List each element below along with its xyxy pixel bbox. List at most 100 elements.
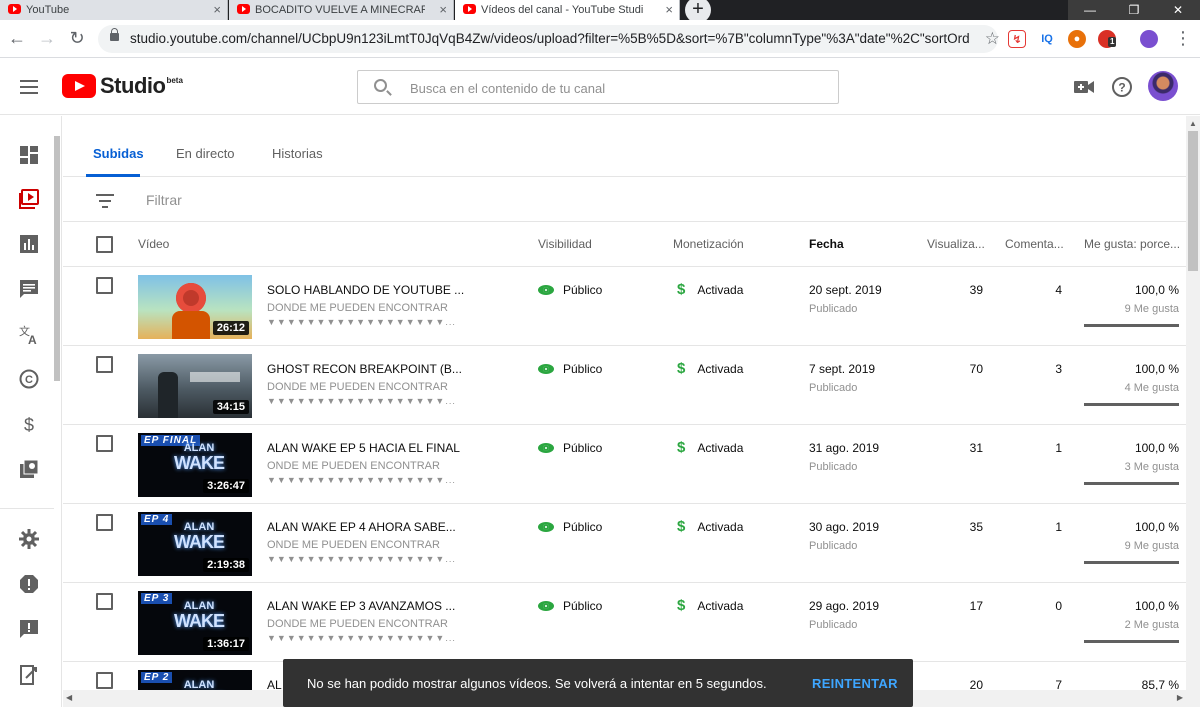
video-thumbnail[interactable]: 34:15 bbox=[138, 354, 252, 418]
video-thumbnail[interactable]: 26:12 bbox=[138, 275, 252, 339]
video-description: ONDE ME PUEDEN ENCONTRAR bbox=[267, 539, 440, 551]
help-icon[interactable]: ? bbox=[1111, 76, 1133, 98]
close-tab-icon[interactable]: × bbox=[213, 2, 221, 17]
alert-icon[interactable] bbox=[18, 573, 40, 595]
copyright-icon[interactable]: C bbox=[18, 368, 40, 390]
profile-avatar[interactable] bbox=[1140, 30, 1158, 48]
visibility-cell[interactable]: Público bbox=[538, 520, 602, 534]
youtube-favicon-icon bbox=[8, 4, 21, 14]
comments-icon[interactable] bbox=[18, 278, 40, 300]
reload-icon[interactable]: ↻ bbox=[66, 28, 88, 49]
maximize-button[interactable]: ❐ bbox=[1112, 0, 1156, 20]
video-likes-count: 9 Me gusta bbox=[1124, 303, 1179, 315]
filter-icon[interactable] bbox=[96, 194, 114, 212]
close-window-button[interactable]: ✕ bbox=[1156, 0, 1200, 20]
monetization-cell[interactable]: $ Activada bbox=[677, 439, 743, 456]
analytics-icon[interactable] bbox=[18, 233, 40, 255]
search-input[interactable] bbox=[410, 78, 810, 98]
video-title[interactable]: ALAN WAKE EP 4 AHORA SABE... bbox=[267, 520, 456, 534]
video-likes-count: 3 Me gusta bbox=[1124, 461, 1179, 473]
filter-bar: Filtrar bbox=[63, 178, 1186, 222]
video-description: DONDE ME PUEDEN ENCONTRAR bbox=[267, 302, 448, 314]
channel-avatar[interactable] bbox=[1148, 71, 1178, 101]
table-row[interactable]: 26:12 SOLO HABLANDO DE YOUTUBE ... DONDE M… bbox=[63, 267, 1186, 346]
scrollbar-thumb[interactable] bbox=[1188, 131, 1198, 271]
videos-icon[interactable] bbox=[18, 188, 40, 210]
video-title[interactable]: SOLO HABLANDO DE YOUTUBE ... bbox=[267, 283, 464, 297]
row-checkbox[interactable] bbox=[96, 435, 113, 452]
video-thumbnail[interactable]: EP FINAL ALAN WAKE 3:26:47 bbox=[138, 433, 252, 497]
row-checkbox[interactable] bbox=[96, 356, 113, 373]
table-row[interactable]: EP FINAL ALAN WAKE 3:26:47 ALAN WAKE EP 5 HA… bbox=[63, 425, 1186, 504]
tab-uploads[interactable]: Subidas bbox=[93, 146, 144, 161]
table-row[interactable]: 34:15 GHOST RECON BREAKPOINT (B... DONDE M… bbox=[63, 346, 1186, 425]
table-row[interactable]: EP 3 ALAN WAKE 1:36:17 ALAN WAKE EP 3 AVANZA… bbox=[63, 583, 1186, 662]
visibility-cell[interactable]: Público bbox=[538, 441, 602, 455]
more-menu-icon[interactable]: ⋮ bbox=[1172, 28, 1194, 49]
settings-gear-icon[interactable] bbox=[18, 528, 40, 550]
extension-icon[interactable]: 1 bbox=[1098, 30, 1117, 48]
soldier-figure bbox=[158, 372, 178, 418]
creator-studio-classic-icon[interactable] bbox=[18, 664, 40, 686]
likes-bar bbox=[1084, 403, 1179, 406]
scroll-right-icon[interactable]: ▶ bbox=[1177, 693, 1183, 702]
url-text[interactable]: studio.youtube.com/channel/UCbpU9n123iLm… bbox=[130, 31, 970, 46]
sidebar-scrollbar[interactable] bbox=[54, 136, 60, 381]
audio-library-icon[interactable] bbox=[18, 458, 40, 480]
create-video-icon[interactable] bbox=[1074, 80, 1094, 94]
monetization-cell[interactable]: $ Activada bbox=[677, 360, 743, 377]
extension-icon[interactable]: ↯ bbox=[1008, 30, 1026, 48]
dashboard-icon[interactable] bbox=[18, 144, 40, 166]
video-title[interactable]: GHOST RECON BREAKPOINT (B... bbox=[267, 362, 462, 376]
column-comments[interactable]: Comenta... bbox=[1005, 237, 1064, 251]
eye-icon bbox=[538, 601, 554, 611]
column-visibility[interactable]: Visibilidad bbox=[538, 237, 592, 251]
address-bar[interactable]: studio.youtube.com/channel/UCbpU9n123iLm… bbox=[98, 25, 1000, 53]
forward-arrow-icon[interactable]: → bbox=[36, 28, 58, 49]
row-checkbox[interactable] bbox=[96, 593, 113, 610]
video-title[interactable]: ALAN WAKE EP 3 AVANZAMOS ... bbox=[267, 599, 455, 613]
video-thumbnail[interactable]: EP 3 ALAN WAKE 1:36:17 bbox=[138, 591, 252, 655]
bookmark-star-icon[interactable]: ☆ bbox=[985, 29, 1000, 49]
minimize-button[interactable]: — bbox=[1068, 0, 1112, 20]
video-title[interactable]: ALAN WAKE EP 5 HACIA EL FINAL bbox=[267, 441, 460, 455]
video-thumbnail[interactable]: EP 4 ALAN WAKE 2:19:38 bbox=[138, 512, 252, 576]
tab-live[interactable]: En directo bbox=[176, 146, 235, 161]
extension-icon[interactable]: ● bbox=[1068, 30, 1086, 48]
visibility-cell[interactable]: Público bbox=[538, 599, 602, 613]
table-row[interactable]: EP 4 ALAN WAKE 2:19:38 ALAN WAKE EP 4 AHORA … bbox=[63, 504, 1186, 583]
iq-extension-icon[interactable]: IQ bbox=[1038, 30, 1056, 48]
tab-stories[interactable]: Historias bbox=[272, 146, 323, 161]
select-all-checkbox[interactable] bbox=[96, 236, 113, 253]
visibility-cell[interactable]: Público bbox=[538, 362, 602, 376]
browser-tab-youtube[interactable]: YouTube × bbox=[0, 0, 228, 20]
studio-logo[interactable]: Studio beta bbox=[62, 73, 183, 99]
column-likes[interactable]: Me gusta: porce... bbox=[1084, 237, 1180, 251]
scroll-up-icon[interactable]: ▲ bbox=[1189, 119, 1197, 128]
visibility-cell[interactable]: Público bbox=[538, 283, 602, 297]
monetization-icon[interactable]: $ bbox=[18, 413, 40, 435]
feedback-icon[interactable] bbox=[18, 618, 40, 640]
filter-input[interactable]: Filtrar bbox=[146, 192, 182, 208]
video-comments: 1 bbox=[1055, 441, 1062, 455]
browser-tab-studio[interactable]: Vídeos del canal - YouTube Studi × bbox=[455, 0, 680, 20]
monetization-cell[interactable]: $ Activada bbox=[677, 518, 743, 535]
search-box[interactable] bbox=[357, 70, 839, 104]
monetization-cell[interactable]: $ Activada bbox=[677, 597, 743, 614]
back-arrow-icon[interactable]: ← bbox=[6, 28, 28, 49]
close-tab-icon[interactable]: × bbox=[439, 2, 447, 17]
row-checkbox[interactable] bbox=[96, 277, 113, 294]
scroll-left-icon[interactable]: ◀ bbox=[66, 693, 72, 702]
row-checkbox[interactable] bbox=[96, 672, 113, 689]
translate-icon[interactable]: 文A bbox=[18, 323, 40, 345]
row-checkbox[interactable] bbox=[96, 514, 113, 531]
retry-button[interactable]: REINTENTAR bbox=[812, 676, 898, 691]
close-tab-icon[interactable]: × bbox=[665, 2, 673, 17]
monetization-cell[interactable]: $ Activada bbox=[677, 281, 743, 298]
column-date[interactable]: Fecha bbox=[809, 237, 844, 251]
column-views[interactable]: Visualiza... bbox=[927, 237, 985, 251]
column-monetization[interactable]: Monetización bbox=[673, 237, 744, 251]
page-scrollbar[interactable]: ▲ bbox=[1186, 116, 1200, 707]
browser-tab-bocadito[interactable]: BOCADITO VUELVE A MINECRAF × bbox=[229, 0, 454, 20]
menu-icon[interactable] bbox=[20, 80, 38, 98]
